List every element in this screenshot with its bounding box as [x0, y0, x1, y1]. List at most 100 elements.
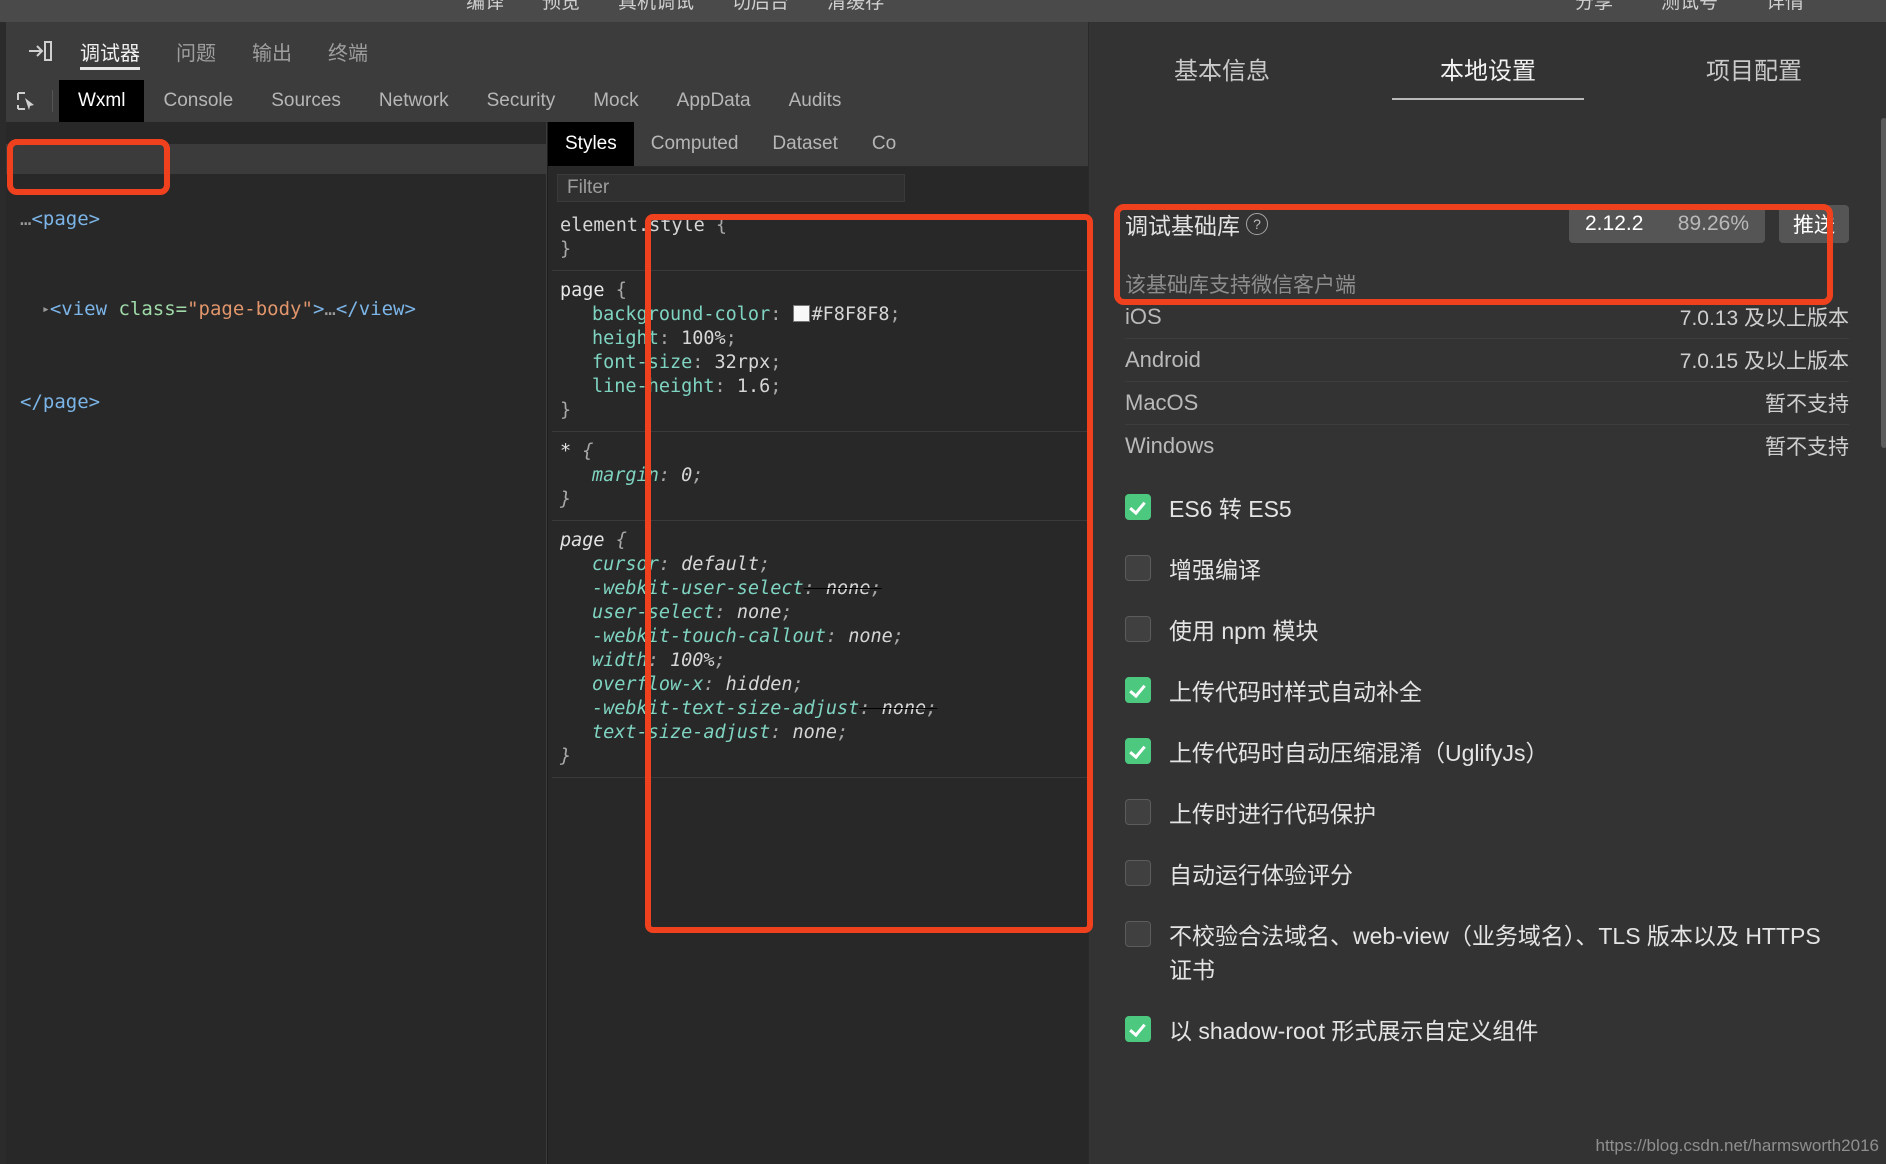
detail-tab-project-config[interactable]: 项目配置	[1621, 22, 1886, 114]
tool-tab-security-label: Security	[486, 90, 556, 111]
toolbar-button-compile[interactable]: 编译	[466, 0, 504, 14]
css-value-overflow-x[interactable]: hidden	[726, 674, 793, 695]
tool-tab-security[interactable]: Security	[468, 80, 575, 122]
toolbar-button-test-account[interactable]: 测试号	[1661, 0, 1718, 14]
css-prop-line-height[interactable]: line-height	[560, 375, 715, 399]
css-prop-margin[interactable]: margin	[560, 464, 659, 488]
css-value-webkit-touch-callout[interactable]: none	[848, 626, 893, 647]
support-platform-version: 暂不支持	[1765, 436, 1849, 459]
dom-node-page-open[interactable]: …<page>	[6, 204, 546, 234]
detail-tab-local-settings[interactable]: 本地设置	[1355, 22, 1621, 114]
checkbox-checked-icon[interactable]	[1125, 738, 1151, 764]
css-value-webkit-user-select[interactable]: none	[826, 578, 871, 599]
css-value-width[interactable]: 100%	[670, 650, 715, 671]
element-picker-icon[interactable]	[6, 80, 46, 122]
support-row-android: Android 7.0.15 及以上版本	[1125, 339, 1849, 382]
toolbar-button-preview[interactable]: 预览	[542, 0, 580, 14]
option-skip-domain-check[interactable]: 不校验合法域名、web-view（业务域名）、TLS 版本以及 HTTPS 证书	[1125, 919, 1849, 987]
panel-tab-terminal[interactable]: 终端	[310, 22, 386, 80]
css-value-text-size-adjust[interactable]: none	[793, 722, 838, 743]
checkbox-checked-icon[interactable]	[1125, 1016, 1151, 1042]
option-shadow-root[interactable]: 以 shadow-root 形式展示自定义组件	[1125, 1014, 1849, 1048]
tool-tab-appdata[interactable]: AppData	[658, 80, 770, 122]
panel-tab-problems[interactable]: 问题	[158, 22, 234, 80]
css-prop-webkit-touch-callout[interactable]: -webkit-touch-callout	[560, 625, 826, 649]
panel-tab-output[interactable]: 输出	[234, 22, 310, 80]
css-rules-list: element.style { } page { background-colo…	[552, 206, 1089, 778]
toolbar-button-background[interactable]: 切后台	[732, 0, 789, 14]
tool-tab-appdata-label: AppData	[676, 90, 751, 111]
toolbar-button-remote-debug[interactable]: 真机调试	[618, 0, 694, 14]
css-value-margin[interactable]: 0	[681, 465, 692, 486]
css-value-webkit-text-size-adjust[interactable]: none	[882, 698, 927, 719]
css-rule-page-ua[interactable]: page { cursor: default; -webkit-user-sel…	[552, 521, 1089, 778]
option-use-npm[interactable]: 使用 npm 模块	[1125, 614, 1849, 648]
css-rule-element-style[interactable]: element.style { }	[552, 206, 1089, 271]
tool-tab-wxml[interactable]: Wxml	[59, 80, 145, 122]
css-value-height[interactable]: 100%	[681, 328, 726, 349]
styles-filter-input[interactable]: Filter	[557, 174, 905, 202]
push-button[interactable]: 推送	[1779, 205, 1849, 243]
css-prop-width[interactable]: width	[560, 649, 648, 673]
base-library-version-select[interactable]: 2.12.2 89.26%	[1569, 205, 1765, 243]
tool-tab-console[interactable]: Console	[144, 80, 252, 122]
css-prop-height[interactable]: height	[560, 327, 659, 351]
panel-tab-problems-label: 问题	[176, 42, 216, 65]
checkbox-unchecked-icon[interactable]	[1125, 799, 1151, 825]
dom-node-page-close[interactable]: </page>	[6, 387, 546, 417]
styles-tab-computed[interactable]: Computed	[634, 122, 756, 166]
css-prop-webkit-text-size-adjust[interactable]: -webkit-text-size-adjust	[560, 697, 859, 721]
color-swatch[interactable]	[792, 305, 810, 322]
styles-tab-dataset[interactable]: Dataset	[755, 122, 854, 166]
css-value-user-select[interactable]: none	[737, 602, 782, 623]
option-label: ES6 转 ES5	[1169, 496, 1292, 522]
chevron-right-icon[interactable]: ▸	[42, 295, 50, 325]
checkbox-unchecked-icon[interactable]	[1125, 555, 1151, 581]
css-value-background-color[interactable]: #F8F8F8	[812, 304, 890, 325]
checkbox-checked-icon[interactable]	[1125, 677, 1151, 703]
option-uglifyjs[interactable]: 上传代码时自动压缩混淆（UglifyJs）	[1125, 736, 1849, 770]
css-prop-cursor[interactable]: cursor	[560, 553, 659, 577]
css-prop-webkit-user-select[interactable]: -webkit-user-select	[560, 577, 804, 601]
tool-tab-network[interactable]: Network	[360, 80, 468, 122]
styles-tab-styles[interactable]: Styles	[548, 122, 634, 166]
tool-tab-audits[interactable]: Audits	[770, 80, 861, 122]
dom-node-view[interactable]: ▸<view class="page-body">…</view>	[6, 294, 546, 327]
dom-tag-page-close: </page>	[20, 391, 101, 413]
toolbar-button-clear-cache[interactable]: 清缓存	[827, 0, 884, 14]
css-prop-user-select[interactable]: user-select	[560, 601, 715, 625]
toolbar-button-share[interactable]: 分享	[1575, 0, 1613, 14]
css-value-cursor[interactable]: default	[681, 554, 759, 575]
support-platform-version: 7.0.13 及以上版本	[1679, 307, 1849, 330]
option-enhanced-compile[interactable]: 增强编译	[1125, 553, 1849, 587]
css-prop-text-size-adjust[interactable]: text-size-adjust	[560, 721, 770, 745]
styles-tab-components[interactable]: Co	[855, 122, 913, 166]
option-style-autocomplete[interactable]: 上传代码时样式自动补全	[1125, 675, 1849, 709]
checkbox-unchecked-icon[interactable]	[1125, 921, 1151, 947]
css-prop-background-color[interactable]: background-color	[560, 303, 770, 327]
checkbox-unchecked-icon[interactable]	[1125, 616, 1151, 642]
detail-panel-scrollbar[interactable]	[1881, 118, 1886, 448]
css-rule-page-author[interactable]: page { background-color: #F8F8F8; height…	[552, 271, 1089, 432]
option-es6-to-es5[interactable]: ES6 转 ES5	[1125, 492, 1849, 526]
tool-tab-sources[interactable]: Sources	[252, 80, 360, 122]
dom-tag-view-open: <view	[49, 298, 119, 320]
option-auto-audit[interactable]: 自动运行体验评分	[1125, 858, 1849, 892]
css-prop-overflow-x[interactable]: overflow-x	[560, 673, 703, 697]
css-rule-universal-ua[interactable]: * { margin: 0; }	[552, 432, 1089, 521]
dom-child-ellipsis: …	[324, 298, 336, 320]
question-mark-icon[interactable]: ?	[1246, 213, 1268, 235]
css-value-line-height[interactable]: 1.6	[737, 376, 770, 397]
toolbar-button-detail[interactable]: 详情	[1766, 0, 1804, 14]
option-code-protect[interactable]: 上传时进行代码保护	[1125, 797, 1849, 831]
dock-to-right-icon[interactable]	[18, 39, 62, 63]
panel-tab-debugger[interactable]: 调试器	[62, 22, 158, 80]
dom-bracket-close: >	[312, 298, 325, 320]
checkbox-unchecked-icon[interactable]	[1125, 860, 1151, 886]
css-value-font-size[interactable]: 32rpx	[715, 352, 771, 373]
detail-tab-basic-info[interactable]: 基本信息	[1089, 22, 1355, 114]
wxml-dom-tree[interactable]: …<page> ▸<view class="page-body">…</view…	[6, 122, 546, 1164]
tool-tab-mock[interactable]: Mock	[574, 80, 657, 122]
checkbox-checked-icon[interactable]	[1125, 494, 1151, 520]
css-prop-font-size[interactable]: font-size	[560, 351, 692, 375]
